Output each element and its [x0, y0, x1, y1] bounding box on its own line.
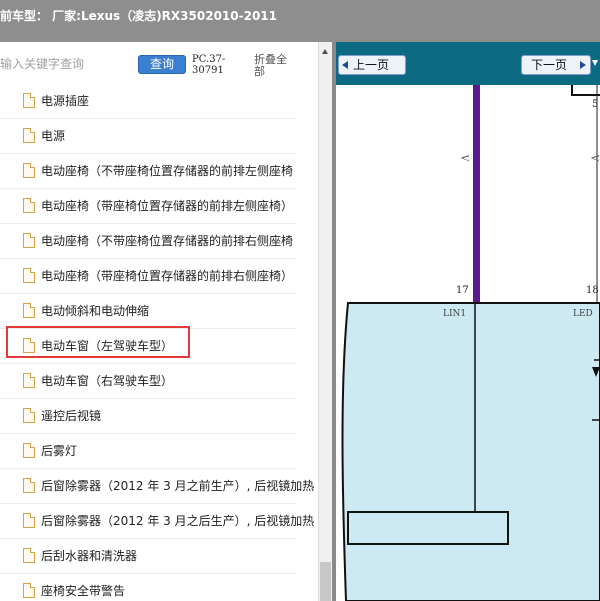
next-page-label: 下一页: [531, 58, 568, 72]
ecu-sub-block: [347, 511, 509, 545]
pin-number: 5: [592, 99, 599, 110]
document-icon: [23, 478, 35, 493]
connector-label: LED: [573, 309, 593, 319]
pin-number: 17: [456, 285, 469, 296]
tree-item-label: 座椅安全带警告: [41, 584, 126, 598]
prev-page-label: 上一页: [353, 58, 390, 72]
query-button[interactable]: 查询: [138, 55, 186, 74]
window-title: 前车型： 厂家:Lexus（凌志)RX3502010-2011: [0, 9, 277, 23]
tree-item[interactable]: 电动座椅（不带座椅位置存储器的前排右侧座椅: [0, 224, 296, 259]
tree-item[interactable]: 座椅安全带警告: [0, 574, 296, 601]
dropdown-arrow-icon[interactable]: [592, 60, 598, 66]
prev-page-button[interactable]: 上一页: [338, 55, 406, 75]
tree-item-label: 后窗除雾器（2012 年 3 月之后生产）, 后视镜加热: [41, 514, 315, 528]
next-page-button[interactable]: 下一页: [521, 55, 591, 75]
document-icon: [23, 583, 35, 598]
document-icon: [23, 373, 35, 388]
document-icon: [23, 268, 35, 283]
document-icon: [23, 233, 35, 248]
left-panel: 查询 PC.37-30791 折叠全部 电源插座 电源 电动座椅（不带座椅位置存…: [0, 42, 318, 601]
scroll-up-arrow-icon[interactable]: [322, 49, 328, 54]
tree-item[interactable]: 电源插座: [0, 84, 296, 119]
tree-item-selected[interactable]: 电动车窗（左驾驶车型）: [0, 326, 296, 364]
viewer-toolbar: 上一页 下一页: [336, 42, 600, 85]
tree-item-label: 遥控后视镜: [41, 409, 102, 423]
tree-item[interactable]: 后雾灯: [0, 434, 296, 469]
search-input[interactable]: [0, 54, 130, 74]
document-icon: [23, 163, 35, 178]
tree-item-label: 电动车窗（右驾驶车型）: [41, 374, 174, 388]
search-bar: 查询 PC.37-30791 折叠全部: [0, 42, 318, 84]
wiring-diagram: 17 18 5 V V LIN1 LED: [336, 85, 600, 601]
wire-color-label: V: [458, 154, 469, 162]
triangle-right-icon: [580, 61, 586, 69]
tree-item-label: 后刮水器和清洗器: [41, 549, 138, 563]
tree-item[interactable]: 电动车窗（右驾驶车型）: [0, 364, 296, 399]
pc-code-label: PC.37-30791: [192, 54, 226, 76]
connector-outline: [571, 85, 600, 96]
tree-item[interactable]: 后刮水器和清洗器: [0, 539, 296, 574]
document-icon: [23, 198, 35, 213]
tree-item[interactable]: 电动座椅（带座椅位置存储器的前排左侧座椅）: [0, 189, 296, 224]
tree-item[interactable]: 电源: [0, 119, 296, 154]
diagram-viewer: 上一页 下一页 17 18 5 V V LIN1 LED: [336, 42, 600, 601]
tree-item[interactable]: 电动倾斜和电动伸缩: [0, 294, 296, 329]
tree-item-label: 电动倾斜和电动伸缩: [41, 304, 150, 318]
document-icon: [23, 513, 35, 528]
tree-item-label: 电动座椅（带座椅位置存储器的前排右侧座椅）: [41, 269, 294, 283]
topic-tree: 电源插座 电源 电动座椅（不带座椅位置存储器的前排左侧座椅 电动座椅（带座椅位置…: [0, 84, 318, 601]
document-icon: [23, 443, 35, 458]
document-icon: [23, 93, 35, 108]
pin-number: 18: [586, 285, 599, 296]
tree-item[interactable]: 电动座椅（不带座椅位置存储器的前排左侧座椅: [0, 154, 296, 189]
tree-item-label: 电动座椅（不带座椅位置存储器的前排左侧座椅: [41, 164, 294, 178]
ecu-body: [341, 302, 600, 601]
tree-item-label: 电动座椅（不带座椅位置存储器的前排右侧座椅: [41, 234, 294, 248]
tree-item-label: 电源: [41, 129, 66, 143]
tree-item[interactable]: 遥控后视镜: [0, 399, 296, 434]
document-icon: [23, 408, 35, 423]
tree-item[interactable]: 后窗除雾器（2012 年 3 月之前生产）, 后视镜加热: [0, 469, 314, 504]
document-icon: [23, 303, 35, 318]
document-icon: [23, 338, 35, 353]
title-bar: 前车型： 厂家:Lexus（凌志)RX3502010-2011: [0, 0, 600, 42]
tree-item[interactable]: 后窗除雾器（2012 年 3 月之后生产）, 后视镜加热: [0, 504, 314, 539]
tree-item-label: 电动座椅（带座椅位置存储器的前排左侧座椅）: [41, 199, 294, 213]
tree-item[interactable]: 电动座椅（带座椅位置存储器的前排右侧座椅）: [0, 259, 296, 294]
document-icon: [23, 128, 35, 143]
wire-color-label: V: [588, 154, 599, 162]
purple-wire: [473, 85, 480, 303]
triangle-left-icon: [342, 61, 348, 69]
tree-item-label: 后雾灯: [41, 444, 78, 458]
wiring-diagram-svg: [341, 85, 600, 601]
tree-item-label: 电源插座: [41, 94, 90, 108]
document-icon: [23, 548, 35, 563]
connector-label: LIN1: [443, 309, 467, 319]
tree-item-label: 电动车窗（左驾驶车型）: [41, 339, 174, 353]
scrollbar-thumb[interactable]: [320, 562, 331, 601]
tree-item-label: 后窗除雾器（2012 年 3 月之前生产）, 后视镜加热: [41, 479, 315, 493]
collapse-all-link[interactable]: 折叠全部: [254, 54, 294, 78]
tree-scrollbar[interactable]: [318, 42, 332, 601]
